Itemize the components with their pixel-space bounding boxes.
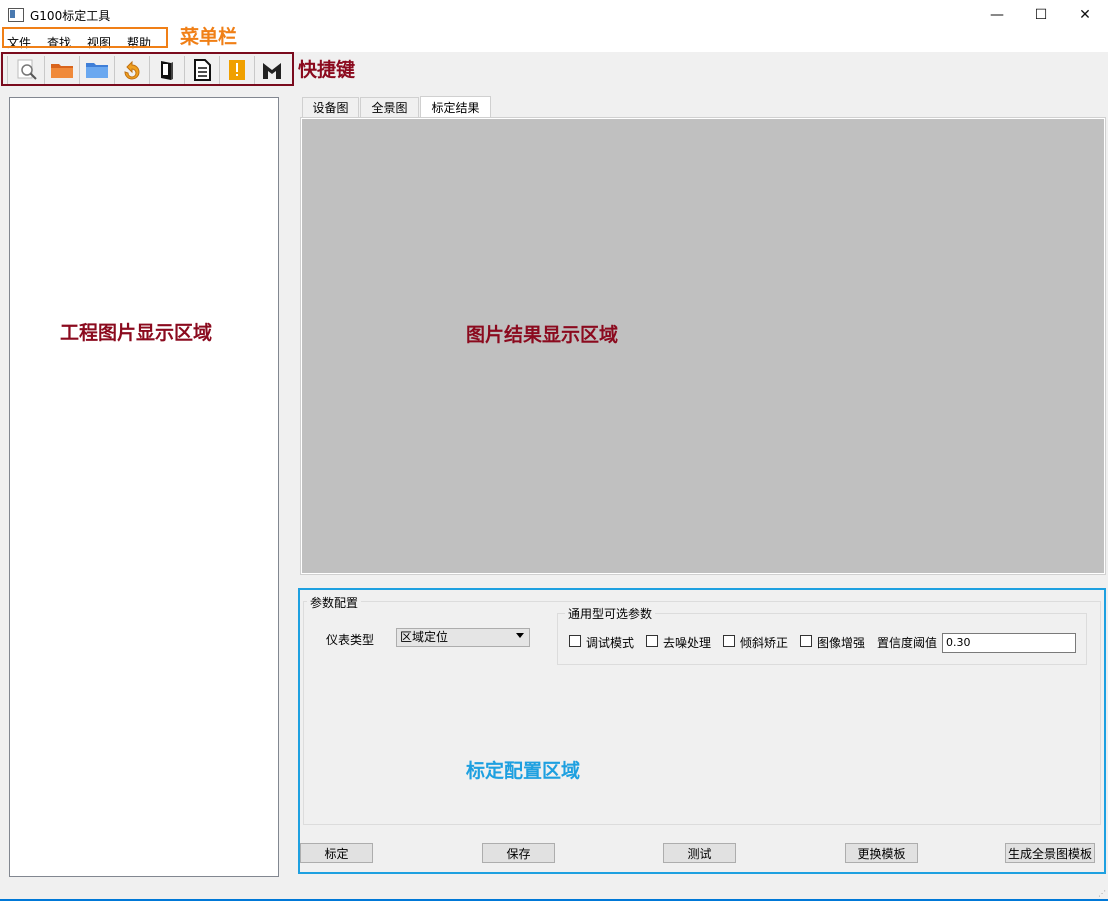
toolbar-annotation: 快捷键 xyxy=(298,59,356,81)
menu-highlight-box xyxy=(2,27,168,48)
tab-result[interactable]: 标定结果 xyxy=(420,96,491,117)
minimize-button[interactable]: — xyxy=(974,0,1020,30)
result-image-area[interactable] xyxy=(302,119,1104,573)
app-icon xyxy=(8,8,24,22)
toolbar-highlight-box xyxy=(1,52,294,86)
title-bar xyxy=(0,0,1108,30)
left-panel-annotation: 工程图片显示区域 xyxy=(60,322,213,344)
close-button[interactable]: ✕ xyxy=(1062,0,1108,30)
resize-grip-icon[interactable]: ⋰ xyxy=(1098,889,1106,898)
config-highlight-box xyxy=(298,588,1106,874)
maximize-button[interactable]: ☐ xyxy=(1018,0,1064,30)
project-image-panel[interactable] xyxy=(9,97,279,877)
tab-panorama[interactable]: 全景图 xyxy=(360,97,419,117)
window-title: G100标定工具 xyxy=(30,9,111,23)
tab-device[interactable]: 设备图 xyxy=(302,97,359,117)
menubar-annotation: 菜单栏 xyxy=(180,26,238,48)
result-area-annotation: 图片结果显示区域 xyxy=(466,324,619,346)
